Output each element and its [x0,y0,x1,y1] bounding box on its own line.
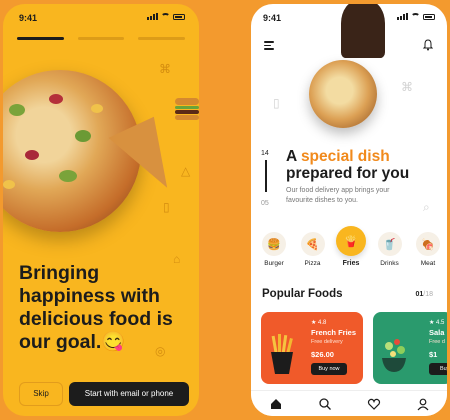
signal-icon [147,13,158,20]
popular-foods-title: Popular Foods [262,288,343,300]
category-meat[interactable]: 🍖 Meat [413,226,443,267]
category-fries[interactable]: 🍟 Fries [336,226,366,267]
hero-headline-suffix: prepared for you [286,165,410,182]
hero-subtitle: Our food delivery app brings your favour… [286,187,390,204]
category-label: Burger [264,260,284,267]
rating: ★ 4.5 [429,320,445,326]
onboarding-progress [17,37,186,40]
pizza-icon: 🍕 [300,232,325,256]
progress-step [77,37,125,40]
search-doodle-icon: ⌕ [423,200,430,214]
signal-icon [397,13,408,20]
category-drinks[interactable]: 🥤 Drinks [375,226,405,267]
drink-icon: 🥤 [377,232,402,256]
progress-step [138,37,186,40]
progress-step [17,37,64,40]
wifi-icon [161,13,170,20]
pizza-image [309,60,377,128]
buy-now-button[interactable]: Buy n [429,363,447,375]
home-icon[interactable] [269,397,283,411]
topping [25,150,39,160]
category-label: Fries [342,260,360,267]
food-price: $1 [429,350,438,359]
category-pizza[interactable]: 🍕 Pizza [298,226,328,267]
slide-counter-line [265,160,267,192]
food-price: $26.00 [311,350,334,359]
bell-icon[interactable] [423,39,433,51]
counter-total: /18 [423,291,433,298]
battery-icon [173,13,185,20]
status-icons [147,13,185,20]
delivery-info: Free delivery [311,339,343,345]
category-list: 🍔 Burger 🍕 Pizza 🍟 Fries 🥤 Drinks 🍖 Meat [259,226,443,267]
category-burger[interactable]: 🍔 Burger [259,226,289,267]
burger-doodle-icon: ⌘ [159,62,171,76]
onboarding-screen: 9:41 ⌘ △ ▯ ⌂ ◎ Bringing happiness with d… [3,4,199,416]
status-time: 9:41 [19,13,38,23]
hand-image [341,4,385,58]
hero-headline-highlight: special dish [300,148,390,165]
topping [3,180,15,189]
search-icon[interactable] [318,397,332,411]
salad-image [382,339,406,372]
food-card-french-fries[interactable]: ★ 4.8 French Fries Free delivery $26.00 … [261,312,363,384]
popular-foods-counter: 01/18 [415,291,433,298]
topping [49,94,63,104]
category-label: Pizza [304,260,321,267]
burger-doodle-icon: ⌘ [401,80,413,94]
status-icons [397,13,435,20]
category-label: Meat [420,260,436,267]
onboarding-headline: Bringing happiness with delicious food i… [19,262,173,353]
category-label: Drinks [380,260,399,267]
menu-icon[interactable] [264,41,274,52]
fries-icon: 🍟 [336,226,366,256]
topping [91,104,103,113]
skip-button[interactable]: Skip [19,382,63,406]
status-time: 9:41 [263,13,282,23]
slide-counter-next: 05 [261,200,269,207]
rating: ★ 4.8 [311,320,327,326]
hero-headline: A special dish prepared for you [286,148,444,182]
fries-image [271,334,293,374]
burger-icon: 🍔 [262,232,286,256]
food-card-salad[interactable]: ★ 4.5 Sala Free d $1 Buy n [373,312,447,384]
delivery-info: Free d [429,339,445,345]
drink-doodle-icon: ▯ [273,96,280,110]
buy-now-button[interactable]: Buy now [311,363,347,375]
heart-icon[interactable] [367,397,381,411]
wifi-icon [411,13,420,20]
battery-icon [423,13,435,20]
start-with-email-button[interactable]: Start with email or phone [69,382,189,406]
profile-icon[interactable] [416,397,430,411]
topping [59,170,77,182]
meat-icon: 🍖 [416,232,440,256]
bottom-tab-bar [251,390,447,416]
food-name: Sala [429,328,445,337]
topping [75,130,91,142]
burger-image [175,98,199,120]
food-name: French Fries [311,328,357,337]
slide-counter-current: 14 [261,150,269,157]
pizza-doodle-icon: △ [181,164,191,178]
home-screen: 9:41 ▯ ⌘ ⌕ 14 05 A special dish prepared… [251,4,447,416]
drink-doodle-icon: ▯ [163,200,170,214]
hero-headline-prefix: A [286,148,301,165]
topping [9,104,25,116]
